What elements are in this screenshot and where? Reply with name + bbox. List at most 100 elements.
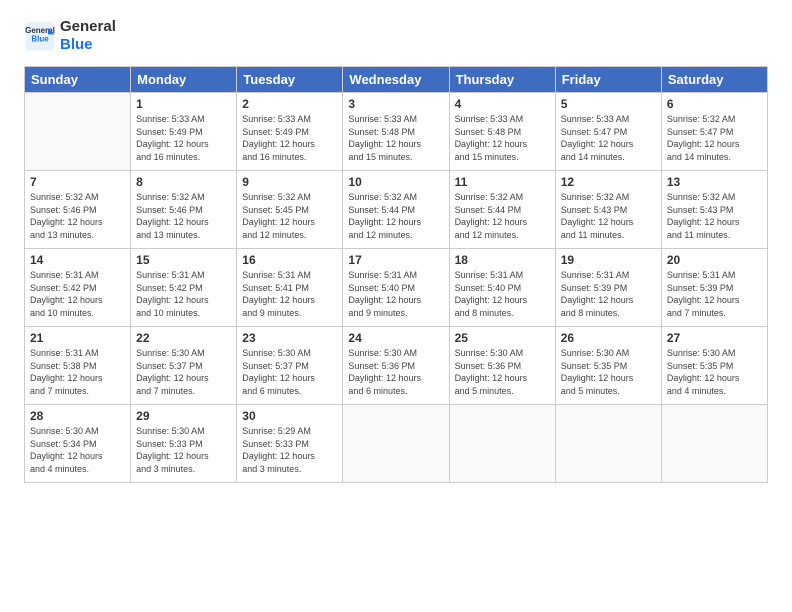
- week-row-4: 28 Sunrise: 5:30 AM Sunset: 5:34 PM Dayli…: [25, 405, 768, 483]
- week-row-0: 1 Sunrise: 5:33 AM Sunset: 5:49 PM Daylig…: [25, 93, 768, 171]
- week-row-3: 21 Sunrise: 5:31 AM Sunset: 5:38 PM Dayli…: [25, 327, 768, 405]
- day-info: Sunrise: 5:30 AM Sunset: 5:35 PM Dayligh…: [561, 347, 656, 397]
- calendar-cell: 7 Sunrise: 5:32 AM Sunset: 5:46 PM Daylig…: [25, 171, 131, 249]
- calendar-cell: [555, 405, 661, 483]
- day-number: 22: [136, 331, 231, 345]
- calendar-cell: 2 Sunrise: 5:33 AM Sunset: 5:49 PM Daylig…: [237, 93, 343, 171]
- calendar-cell: 20 Sunrise: 5:31 AM Sunset: 5:39 PM Dayli…: [661, 249, 767, 327]
- calendar-cell: 18 Sunrise: 5:31 AM Sunset: 5:40 PM Dayli…: [449, 249, 555, 327]
- day-info: Sunrise: 5:33 AM Sunset: 5:47 PM Dayligh…: [561, 113, 656, 163]
- logo-text: General Blue: [60, 18, 116, 54]
- day-info: Sunrise: 5:32 AM Sunset: 5:43 PM Dayligh…: [561, 191, 656, 241]
- day-number: 17: [348, 253, 443, 267]
- calendar-cell: 26Sunrise: 5:30 AM Sunset: 5:35 PM Dayli…: [555, 327, 661, 405]
- header-row: Sunday Monday Tuesday Wednesday Thursday…: [25, 67, 768, 93]
- calendar-cell: 29Sunrise: 5:30 AM Sunset: 5:33 PM Dayli…: [131, 405, 237, 483]
- page: General Blue General Blue Sunday Monday …: [0, 0, 792, 612]
- day-number: 18: [455, 253, 550, 267]
- calendar-cell: 21 Sunrise: 5:31 AM Sunset: 5:38 PM Dayli…: [25, 327, 131, 405]
- day-number: 13: [667, 175, 762, 189]
- calendar-cell: 24 Sunrise: 5:30 AM Sunset: 5:36 PM Dayli…: [343, 327, 449, 405]
- day-number: 6: [667, 97, 762, 111]
- calendar-cell: 12Sunrise: 5:32 AM Sunset: 5:43 PM Dayli…: [555, 171, 661, 249]
- day-number: 11: [455, 175, 550, 189]
- col-friday: Friday: [555, 67, 661, 93]
- col-thursday: Thursday: [449, 67, 555, 93]
- calendar-cell: 23Sunrise: 5:30 AM Sunset: 5:37 PM Dayli…: [237, 327, 343, 405]
- header: General Blue General Blue: [24, 18, 768, 54]
- day-info: Sunrise: 5:31 AM Sunset: 5:39 PM Dayligh…: [561, 269, 656, 319]
- week-row-2: 14 Sunrise: 5:31 AM Sunset: 5:42 PM Dayli…: [25, 249, 768, 327]
- day-info: Sunrise: 5:32 AM Sunset: 5:45 PM Dayligh…: [242, 191, 337, 241]
- day-info: Sunrise: 5:31 AM Sunset: 5:42 PM Dayligh…: [136, 269, 231, 319]
- calendar-cell: 28 Sunrise: 5:30 AM Sunset: 5:34 PM Dayli…: [25, 405, 131, 483]
- day-info: Sunrise: 5:33 AM Sunset: 5:49 PM Dayligh…: [136, 113, 231, 163]
- day-info: Sunrise: 5:32 AM Sunset: 5:44 PM Dayligh…: [348, 191, 443, 241]
- day-number: 2: [242, 97, 337, 111]
- day-info: Sunrise: 5:30 AM Sunset: 5:36 PM Dayligh…: [455, 347, 550, 397]
- day-info: Sunrise: 5:31 AM Sunset: 5:40 PM Dayligh…: [455, 269, 550, 319]
- day-number: 25: [455, 331, 550, 345]
- day-info: Sunrise: 5:32 AM Sunset: 5:46 PM Dayligh…: [136, 191, 231, 241]
- logo-icon: General Blue: [24, 20, 56, 52]
- col-wednesday: Wednesday: [343, 67, 449, 93]
- day-number: 30: [242, 409, 337, 423]
- day-number: 20: [667, 253, 762, 267]
- calendar-cell: 14Sunrise: 5:31 AM Sunset: 5:42 PM Dayli…: [25, 249, 131, 327]
- day-number: 9: [242, 175, 337, 189]
- calendar-cell: [449, 405, 555, 483]
- calendar-table: Sunday Monday Tuesday Wednesday Thursday…: [24, 66, 768, 483]
- calendar-cell: 3 Sunrise: 5:33 AM Sunset: 5:48 PM Daylig…: [343, 93, 449, 171]
- calendar-cell: 17 Sunrise: 5:31 AM Sunset: 5:40 PM Dayli…: [343, 249, 449, 327]
- calendar-cell: 19 Sunrise: 5:31 AM Sunset: 5:39 PM Dayli…: [555, 249, 661, 327]
- day-info: Sunrise: 5:30 AM Sunset: 5:34 PM Dayligh…: [30, 425, 125, 475]
- day-number: 8: [136, 175, 231, 189]
- calendar-cell: 1 Sunrise: 5:33 AM Sunset: 5:49 PM Daylig…: [131, 93, 237, 171]
- calendar-body: 1 Sunrise: 5:33 AM Sunset: 5:49 PM Daylig…: [25, 93, 768, 483]
- calendar-cell: 27 Sunrise: 5:30 AM Sunset: 5:35 PM Dayli…: [661, 327, 767, 405]
- day-number: 3: [348, 97, 443, 111]
- day-number: 24: [348, 331, 443, 345]
- calendar-cell: 15 Sunrise: 5:31 AM Sunset: 5:42 PM Dayli…: [131, 249, 237, 327]
- day-info: Sunrise: 5:31 AM Sunset: 5:40 PM Dayligh…: [348, 269, 443, 319]
- day-info: Sunrise: 5:30 AM Sunset: 5:37 PM Dayligh…: [136, 347, 231, 397]
- day-info: Sunrise: 5:33 AM Sunset: 5:49 PM Dayligh…: [242, 113, 337, 163]
- day-number: 10: [348, 175, 443, 189]
- day-info: Sunrise: 5:30 AM Sunset: 5:37 PM Dayligh…: [242, 347, 337, 397]
- calendar-cell: 8 Sunrise: 5:32 AM Sunset: 5:46 PM Daylig…: [131, 171, 237, 249]
- day-info: Sunrise: 5:31 AM Sunset: 5:41 PM Dayligh…: [242, 269, 337, 319]
- day-number: 27: [667, 331, 762, 345]
- day-number: 7: [30, 175, 125, 189]
- svg-text:Blue: Blue: [31, 35, 49, 44]
- calendar-cell: 5 Sunrise: 5:33 AM Sunset: 5:47 PM Daylig…: [555, 93, 661, 171]
- calendar-cell: 10 Sunrise: 5:32 AM Sunset: 5:44 PM Dayli…: [343, 171, 449, 249]
- day-info: Sunrise: 5:30 AM Sunset: 5:36 PM Dayligh…: [348, 347, 443, 397]
- day-number: 16: [242, 253, 337, 267]
- day-number: 28: [30, 409, 125, 423]
- day-number: 15: [136, 253, 231, 267]
- day-number: 14: [30, 253, 125, 267]
- calendar-cell: 30 Sunrise: 5:29 AM Sunset: 5:33 PM Dayli…: [237, 405, 343, 483]
- day-info: Sunrise: 5:33 AM Sunset: 5:48 PM Dayligh…: [455, 113, 550, 163]
- day-number: 29: [136, 409, 231, 423]
- day-number: 5: [561, 97, 656, 111]
- day-number: 1: [136, 97, 231, 111]
- logo: General Blue General Blue: [24, 18, 116, 54]
- col-sunday: Sunday: [25, 67, 131, 93]
- calendar-cell: 6 Sunrise: 5:32 AM Sunset: 5:47 PM Daylig…: [661, 93, 767, 171]
- day-number: 19: [561, 253, 656, 267]
- calendar-cell: 22 Sunrise: 5:30 AM Sunset: 5:37 PM Dayli…: [131, 327, 237, 405]
- calendar-cell: 11 Sunrise: 5:32 AM Sunset: 5:44 PM Dayli…: [449, 171, 555, 249]
- day-info: Sunrise: 5:31 AM Sunset: 5:38 PM Dayligh…: [30, 347, 125, 397]
- day-info: Sunrise: 5:30 AM Sunset: 5:35 PM Dayligh…: [667, 347, 762, 397]
- day-info: Sunrise: 5:29 AM Sunset: 5:33 PM Dayligh…: [242, 425, 337, 475]
- day-info: Sunrise: 5:33 AM Sunset: 5:48 PM Dayligh…: [348, 113, 443, 163]
- day-info: Sunrise: 5:32 AM Sunset: 5:46 PM Dayligh…: [30, 191, 125, 241]
- col-saturday: Saturday: [661, 67, 767, 93]
- day-info: Sunrise: 5:32 AM Sunset: 5:44 PM Dayligh…: [455, 191, 550, 241]
- calendar-cell: 25 Sunrise: 5:30 AM Sunset: 5:36 PM Dayli…: [449, 327, 555, 405]
- day-info: Sunrise: 5:31 AM Sunset: 5:39 PM Dayligh…: [667, 269, 762, 319]
- day-info: Sunrise: 5:32 AM Sunset: 5:47 PM Dayligh…: [667, 113, 762, 163]
- day-number: 21: [30, 331, 125, 345]
- calendar-cell: 9 Sunrise: 5:32 AM Sunset: 5:45 PM Daylig…: [237, 171, 343, 249]
